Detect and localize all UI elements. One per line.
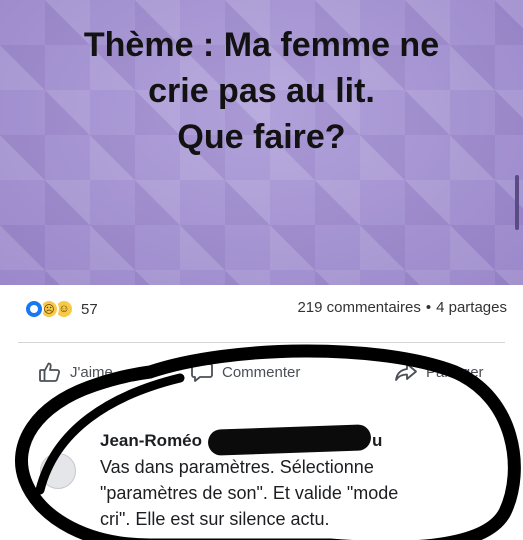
comment-author[interactable]: Jean-Roméo <box>100 431 202 451</box>
post-line-3: Que faire? <box>177 118 346 156</box>
share-label: Partager <box>426 363 484 381</box>
like-label: J'aime <box>70 363 113 381</box>
separator-dot: • <box>425 299 432 316</box>
reactions-summary[interactable]: ☹ ☺ 57 <box>24 298 98 320</box>
like-button[interactable]: J'aime <box>38 355 113 389</box>
comment-line-1: Vas dans paramètres. Sélectionne <box>100 457 374 477</box>
post-stats: ☹ ☺ 57 219 commentaires • 4 partages <box>0 285 523 337</box>
shares-count[interactable]: 4 partages <box>436 299 507 316</box>
comment-line-3: cri". Elle est sur silence actu. <box>100 509 330 529</box>
comment-label: Commenter <box>222 363 301 381</box>
comments-count[interactable]: 219 commentaires <box>297 299 420 316</box>
comment: Jean-Roméo u Vas dans paramètres. Sélect… <box>0 415 523 540</box>
post-text: Thème : Ma femme ne crie pas au lit. Que… <box>40 22 483 160</box>
post-line-2: crie pas au lit. <box>148 72 375 110</box>
post-line-1: Thème : Ma femme ne <box>83 26 440 64</box>
comment-line-2: "paramètres de son". Et valide "mode <box>100 483 399 503</box>
reaction-count: 57 <box>81 300 98 318</box>
avatar[interactable] <box>40 453 76 489</box>
comments-shares-summary[interactable]: 219 commentaires • 4 partages <box>297 299 507 316</box>
redaction-scribble <box>207 424 372 456</box>
post-actions: J'aime Commenter Partager <box>0 355 523 391</box>
post-banner: Thème : Ma femme ne crie pas au lit. Que… <box>0 0 523 285</box>
thumbs-up-icon <box>38 360 62 384</box>
comment-author-tail: u <box>372 431 383 450</box>
speech-bubble-icon <box>190 361 214 383</box>
comment-button[interactable]: Commenter <box>190 355 300 389</box>
scrollbar[interactable] <box>515 175 519 230</box>
like-icon <box>24 299 44 319</box>
comment-text: Vas dans paramètres. Sélectionne "paramè… <box>100 454 495 532</box>
share-arrow-icon <box>394 361 418 383</box>
share-button[interactable]: Partager <box>394 355 484 389</box>
divider <box>18 342 505 343</box>
